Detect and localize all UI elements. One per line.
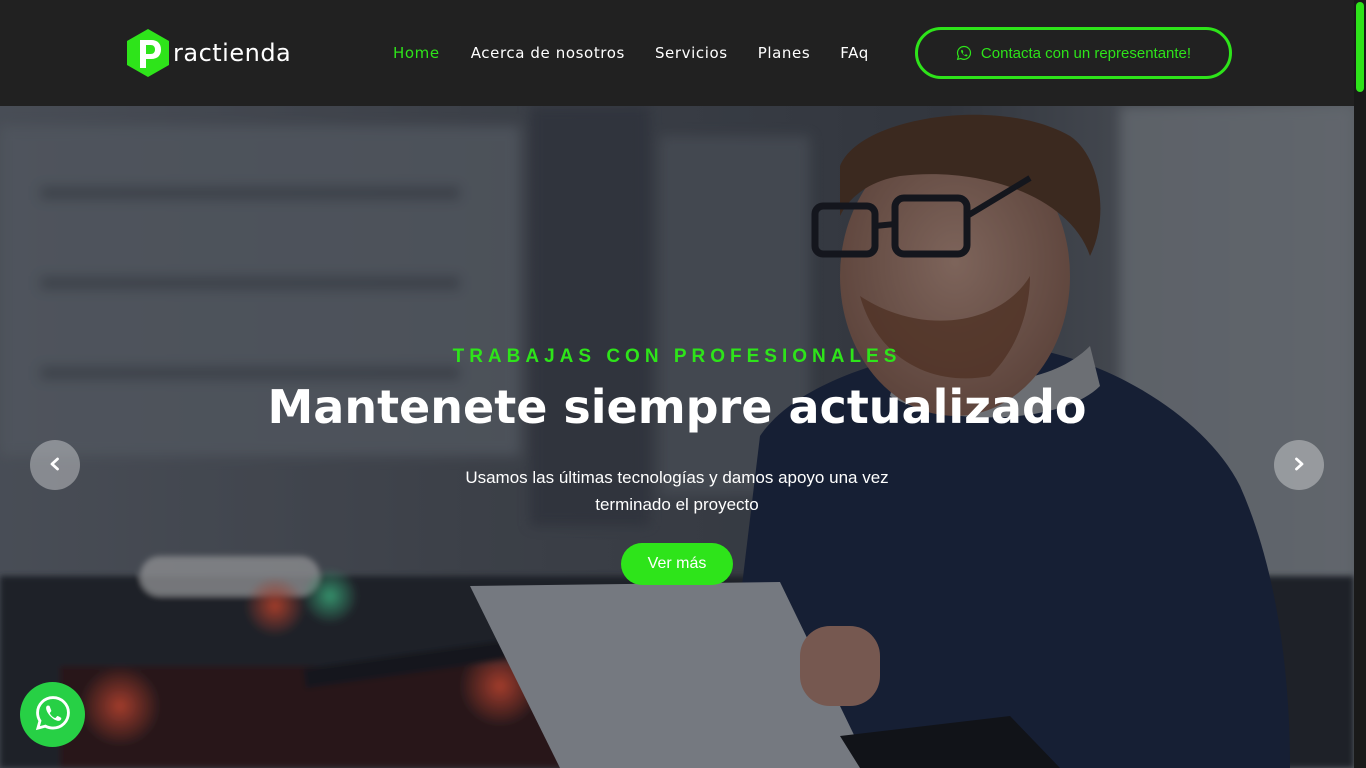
whatsapp-icon xyxy=(34,694,72,736)
hero-title: Mantenete siempre actualizado xyxy=(267,380,1087,434)
nav-item-acerca[interactable]: Acerca de nosotros xyxy=(471,44,625,62)
site-header: ractienda Home Acerca de nosotros Servic… xyxy=(0,0,1354,106)
page-scrollbar[interactable] xyxy=(1354,0,1366,768)
brand-logo[interactable]: ractienda xyxy=(125,28,291,78)
nav-item-home[interactable]: Home xyxy=(393,44,440,62)
hero-description: Usamos las últimas tecnologías y damos a… xyxy=(465,468,889,514)
whatsapp-icon xyxy=(956,45,972,61)
nav-item-faq[interactable]: FAq xyxy=(840,44,869,62)
logo-hexagon-icon xyxy=(125,28,171,78)
hero-overlay xyxy=(0,106,1354,768)
hero-slider: TRABAJAS CON PROFESIONALES Mantenete sie… xyxy=(0,106,1354,768)
chevron-left-icon xyxy=(48,456,62,475)
main-nav: Home Acerca de nosotros Servicios Planes… xyxy=(393,44,869,62)
scrollbar-thumb[interactable] xyxy=(1356,2,1364,92)
nav-item-servicios[interactable]: Servicios xyxy=(655,44,728,62)
slider-prev-button[interactable] xyxy=(30,440,80,490)
contact-representative-label: Contacta con un representante! xyxy=(980,44,1192,62)
chevron-right-icon xyxy=(1292,456,1306,475)
hero-eyebrow: TRABAJAS CON PROFESIONALES xyxy=(452,346,902,367)
nav-item-planes[interactable]: Planes xyxy=(758,44,811,62)
floating-whatsapp-button[interactable] xyxy=(20,682,85,747)
contact-representative-button[interactable]: Contacta con un representante! xyxy=(915,27,1232,79)
ver-mas-button[interactable]: Ver más xyxy=(621,543,733,585)
logo-text: ractienda xyxy=(173,39,292,67)
slider-next-button[interactable] xyxy=(1274,440,1324,490)
